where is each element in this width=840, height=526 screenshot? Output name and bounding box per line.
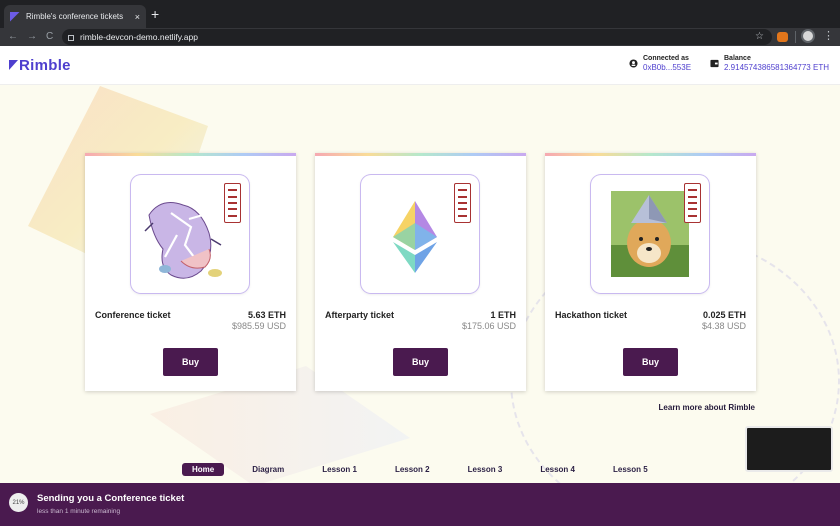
nav-lesson-3[interactable]: Lesson 3 [468, 465, 503, 474]
balance-label: Balance [724, 55, 751, 62]
browser-tab-strip: Rimble's conference tickets × + [0, 0, 840, 28]
overlay-panel[interactable] [745, 426, 833, 472]
toast-subtitle: less than 1 minute remaining [37, 508, 121, 515]
nav-diagram[interactable]: Diagram [252, 465, 284, 474]
account-icon [629, 59, 638, 68]
nav-lesson-4[interactable]: Lesson 4 [540, 465, 575, 474]
progress-indicator: 21% [9, 493, 28, 512]
ticket-price-eth: 5.63 ETH [247, 310, 286, 320]
buy-hackathon-ticket-button[interactable]: Buy [623, 348, 678, 376]
metamask-extension-icon[interactable] [777, 32, 788, 42]
forward-icon[interactable]: → [27, 29, 37, 45]
ticket-card-afterparty: Afterparty ticket 1 ETH $175.06 USD Buy [315, 153, 526, 391]
ticket-name: Afterparty ticket [325, 310, 395, 320]
logo-text: Rimble [19, 57, 71, 74]
wallet-icon [710, 59, 719, 68]
app-header: Rimble Connected as 0xB0b...553E Balance… [0, 46, 840, 85]
card-gradient-bar [545, 153, 756, 156]
connected-address: 0xB0b...553E [643, 63, 692, 72]
tab-title: Rimble's conference tickets [26, 12, 124, 21]
lock-icon [68, 35, 74, 41]
ticket-name: Conference ticket [95, 310, 171, 320]
rimble-favicon-icon [10, 11, 20, 22]
tab-close-icon[interactable]: × [135, 12, 140, 22]
buy-afterparty-ticket-button[interactable]: Buy [393, 348, 448, 376]
profile-avatar[interactable] [801, 29, 815, 43]
nav-lesson-1[interactable]: Lesson 1 [322, 465, 357, 474]
ticket-card-conference: Conference ticket 5.63 ETH $985.59 USD B… [85, 153, 296, 391]
nav-lesson-2[interactable]: Lesson 2 [395, 465, 430, 474]
nav-home[interactable]: Home [182, 463, 225, 476]
lesson-nav: Home Diagram Lesson 1 Lesson 2 Lesson 3 … [182, 463, 648, 476]
ticket-card-hackathon: Hackathon ticket 0.025 ETH $4.38 USD Buy [545, 153, 756, 391]
ticket-stamp-icon [684, 183, 701, 223]
back-icon[interactable]: ← [8, 29, 18, 45]
ticket-image-frame [591, 175, 709, 293]
card-gradient-bar [315, 153, 526, 156]
ticket-stamp-icon [454, 183, 471, 223]
browser-menu-icon[interactable]: ⋮ [823, 29, 834, 43]
buy-conference-ticket-button[interactable]: Buy [163, 348, 218, 376]
toast-title: Sending you a Conference ticket [37, 493, 185, 504]
rimble-logo[interactable]: Rimble [9, 57, 71, 74]
ticket-price-usd: $4.38 USD [701, 321, 746, 331]
browser-tab[interactable]: Rimble's conference tickets × [4, 5, 146, 28]
url-field[interactable]: rimble-devcon-demo.netlify.app ☆ [62, 29, 772, 45]
ticket-price-usd: $985.59 USD [231, 321, 286, 331]
wallet-balance: Balance 2.914574386581364773 ETH [710, 55, 829, 72]
connected-account: Connected as 0xB0b...553E [629, 55, 691, 72]
address-bar: ← → C rimble-devcon-demo.netlify.app ☆ [0, 28, 840, 46]
ticket-price-eth: 0.025 ETH [702, 310, 746, 320]
card-gradient-bar [85, 153, 296, 156]
url-text: rimble-devcon-demo.netlify.app [80, 32, 198, 42]
ticket-price-usd: $175.06 USD [461, 321, 516, 331]
ticket-stamp-icon [224, 183, 241, 223]
new-tab-icon[interactable]: + [151, 6, 159, 22]
ticket-name: Hackathon ticket [555, 310, 628, 320]
page-content: Rimble Connected as 0xB0b...553E Balance… [0, 46, 840, 526]
bookmark-star-icon[interactable]: ☆ [755, 30, 764, 44]
connected-as-label: Connected as [643, 55, 689, 62]
toolbar-divider [795, 31, 796, 43]
ticket-price-eth: 1 ETH [490, 310, 516, 320]
reload-icon[interactable]: C [46, 29, 53, 45]
nav-lesson-5[interactable]: Lesson 5 [613, 465, 648, 474]
ticket-image-frame [361, 175, 479, 293]
learn-more-link[interactable]: Learn more about Rimble [659, 403, 755, 412]
transaction-toast: 21% Sending you a Conference ticket less… [0, 483, 840, 526]
ticket-image-frame [131, 175, 249, 293]
rimble-logo-mark-icon [9, 60, 18, 70]
balance-value: 2.914574386581364773 ETH [724, 63, 829, 72]
